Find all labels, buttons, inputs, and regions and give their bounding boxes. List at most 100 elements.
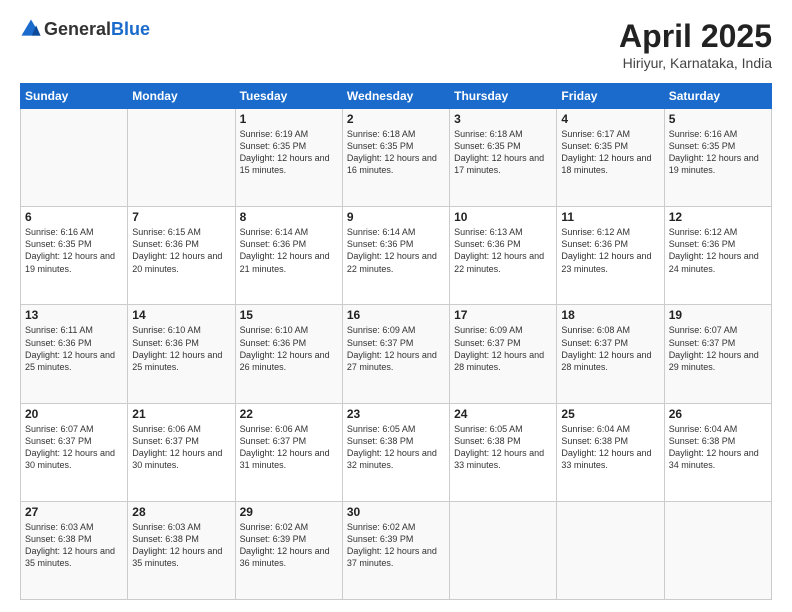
day-info: Sunrise: 6:17 AM Sunset: 6:35 PM Dayligh… bbox=[561, 128, 659, 177]
calendar-cell: 3 Sunrise: 6:18 AM Sunset: 6:35 PM Daylig… bbox=[450, 109, 557, 207]
day-info: Sunrise: 6:19 AM Sunset: 6:35 PM Dayligh… bbox=[240, 128, 338, 177]
day-number: 7 bbox=[132, 210, 230, 224]
day-number: 13 bbox=[25, 308, 123, 322]
calendar-week-1: 1 Sunrise: 6:19 AM Sunset: 6:35 PM Daylig… bbox=[21, 109, 772, 207]
day-number: 12 bbox=[669, 210, 767, 224]
calendar-cell bbox=[664, 501, 771, 599]
calendar-cell: 24Sunrise: 6:05 AM Sunset: 6:38 PM Dayli… bbox=[450, 403, 557, 501]
day-info: Sunrise: 6:04 AM Sunset: 6:38 PM Dayligh… bbox=[669, 423, 767, 472]
location: Hiriyur, Karnataka, India bbox=[619, 55, 772, 71]
day-info: Sunrise: 6:18 AM Sunset: 6:35 PM Dayligh… bbox=[454, 128, 552, 177]
calendar-cell: 23 Sunrise: 6:05 AM Sunset: 6:38 PM Dayli… bbox=[342, 403, 449, 501]
day-number: 30 bbox=[347, 505, 445, 519]
calendar-cell: 14 Sunrise: 6:10 AM Sunset: 6:36 PM Dayli… bbox=[128, 305, 235, 403]
header: GeneralBlue April 2025 Hiriyur, Karnatak… bbox=[20, 18, 772, 71]
day-number: 15 bbox=[240, 308, 338, 322]
day-info: Sunrise: 6:03 AM Sunset: 6:38 PM Dayligh… bbox=[25, 521, 123, 570]
calendar-cell: 2 Sunrise: 6:18 AM Sunset: 6:35 PM Daylig… bbox=[342, 109, 449, 207]
calendar-week-3: 13 Sunrise: 6:11 AM Sunset: 6:36 PM Dayli… bbox=[21, 305, 772, 403]
calendar-cell: 9Sunrise: 6:14 AM Sunset: 6:36 PM Daylig… bbox=[342, 207, 449, 305]
col-header-wednesday: Wednesday bbox=[342, 84, 449, 109]
calendar-cell bbox=[21, 109, 128, 207]
calendar-cell: 13 Sunrise: 6:11 AM Sunset: 6:36 PM Dayli… bbox=[21, 305, 128, 403]
calendar-cell: 19 Sunrise: 6:07 AM Sunset: 6:37 PM Dayli… bbox=[664, 305, 771, 403]
day-number: 10 bbox=[454, 210, 552, 224]
day-number: 23 bbox=[347, 407, 445, 421]
logo-general: General bbox=[44, 19, 111, 39]
calendar-cell: 10 Sunrise: 6:13 AM Sunset: 6:36 PM Dayli… bbox=[450, 207, 557, 305]
calendar-cell: 20Sunrise: 6:07 AM Sunset: 6:37 PM Dayli… bbox=[21, 403, 128, 501]
day-number: 9 bbox=[347, 210, 445, 224]
col-header-tuesday: Tuesday bbox=[235, 84, 342, 109]
calendar-cell: 21Sunrise: 6:06 AM Sunset: 6:37 PM Dayli… bbox=[128, 403, 235, 501]
col-header-saturday: Saturday bbox=[664, 84, 771, 109]
calendar-cell: 28 Sunrise: 6:03 AM Sunset: 6:38 PM Dayli… bbox=[128, 501, 235, 599]
day-number: 6 bbox=[25, 210, 123, 224]
calendar-cell: 16Sunrise: 6:09 AM Sunset: 6:37 PM Dayli… bbox=[342, 305, 449, 403]
day-info: Sunrise: 6:06 AM Sunset: 6:37 PM Dayligh… bbox=[240, 423, 338, 472]
calendar-week-4: 20Sunrise: 6:07 AM Sunset: 6:37 PM Dayli… bbox=[21, 403, 772, 501]
col-header-sunday: Sunday bbox=[21, 84, 128, 109]
calendar-cell: 11 Sunrise: 6:12 AM Sunset: 6:36 PM Dayli… bbox=[557, 207, 664, 305]
day-number: 4 bbox=[561, 112, 659, 126]
calendar-cell: 4 Sunrise: 6:17 AM Sunset: 6:35 PM Daylig… bbox=[557, 109, 664, 207]
logo-icon bbox=[20, 18, 42, 40]
col-header-monday: Monday bbox=[128, 84, 235, 109]
calendar-cell: 17Sunrise: 6:09 AM Sunset: 6:37 PM Dayli… bbox=[450, 305, 557, 403]
calendar-cell: 18Sunrise: 6:08 AM Sunset: 6:37 PM Dayli… bbox=[557, 305, 664, 403]
day-info: Sunrise: 6:09 AM Sunset: 6:37 PM Dayligh… bbox=[454, 324, 552, 373]
calendar-cell: 22Sunrise: 6:06 AM Sunset: 6:37 PM Dayli… bbox=[235, 403, 342, 501]
logo-text: GeneralBlue bbox=[44, 19, 150, 40]
calendar-cell: 7 Sunrise: 6:15 AM Sunset: 6:36 PM Daylig… bbox=[128, 207, 235, 305]
calendar-week-2: 6Sunrise: 6:16 AM Sunset: 6:35 PM Daylig… bbox=[21, 207, 772, 305]
calendar-cell: 6Sunrise: 6:16 AM Sunset: 6:35 PM Daylig… bbox=[21, 207, 128, 305]
day-number: 29 bbox=[240, 505, 338, 519]
logo: GeneralBlue bbox=[20, 18, 150, 40]
day-number: 28 bbox=[132, 505, 230, 519]
calendar-cell bbox=[128, 109, 235, 207]
day-number: 18 bbox=[561, 308, 659, 322]
day-info: Sunrise: 6:13 AM Sunset: 6:36 PM Dayligh… bbox=[454, 226, 552, 275]
calendar-cell: 25Sunrise: 6:04 AM Sunset: 6:38 PM Dayli… bbox=[557, 403, 664, 501]
day-info: Sunrise: 6:16 AM Sunset: 6:35 PM Dayligh… bbox=[669, 128, 767, 177]
day-number: 27 bbox=[25, 505, 123, 519]
day-info: Sunrise: 6:12 AM Sunset: 6:36 PM Dayligh… bbox=[669, 226, 767, 275]
day-number: 2 bbox=[347, 112, 445, 126]
day-number: 19 bbox=[669, 308, 767, 322]
calendar-cell: 30Sunrise: 6:02 AM Sunset: 6:39 PM Dayli… bbox=[342, 501, 449, 599]
month-title: April 2025 bbox=[619, 18, 772, 55]
day-number: 16 bbox=[347, 308, 445, 322]
col-header-friday: Friday bbox=[557, 84, 664, 109]
day-number: 24 bbox=[454, 407, 552, 421]
calendar-cell bbox=[557, 501, 664, 599]
calendar-cell: 8 Sunrise: 6:14 AM Sunset: 6:36 PM Daylig… bbox=[235, 207, 342, 305]
calendar-cell: 27 Sunrise: 6:03 AM Sunset: 6:38 PM Dayli… bbox=[21, 501, 128, 599]
day-number: 14 bbox=[132, 308, 230, 322]
calendar-week-5: 27 Sunrise: 6:03 AM Sunset: 6:38 PM Dayli… bbox=[21, 501, 772, 599]
day-number: 1 bbox=[240, 112, 338, 126]
day-info: Sunrise: 6:04 AM Sunset: 6:38 PM Dayligh… bbox=[561, 423, 659, 472]
day-info: Sunrise: 6:11 AM Sunset: 6:36 PM Dayligh… bbox=[25, 324, 123, 373]
day-number: 3 bbox=[454, 112, 552, 126]
day-info: Sunrise: 6:10 AM Sunset: 6:36 PM Dayligh… bbox=[132, 324, 230, 373]
day-info: Sunrise: 6:03 AM Sunset: 6:38 PM Dayligh… bbox=[132, 521, 230, 570]
calendar-cell: 1 Sunrise: 6:19 AM Sunset: 6:35 PM Daylig… bbox=[235, 109, 342, 207]
calendar-header-row: SundayMondayTuesdayWednesdayThursdayFrid… bbox=[21, 84, 772, 109]
day-info: Sunrise: 6:02 AM Sunset: 6:39 PM Dayligh… bbox=[240, 521, 338, 570]
day-info: Sunrise: 6:15 AM Sunset: 6:36 PM Dayligh… bbox=[132, 226, 230, 275]
calendar-table: SundayMondayTuesdayWednesdayThursdayFrid… bbox=[20, 83, 772, 600]
day-info: Sunrise: 6:18 AM Sunset: 6:35 PM Dayligh… bbox=[347, 128, 445, 177]
col-header-thursday: Thursday bbox=[450, 84, 557, 109]
day-info: Sunrise: 6:12 AM Sunset: 6:36 PM Dayligh… bbox=[561, 226, 659, 275]
day-info: Sunrise: 6:05 AM Sunset: 6:38 PM Dayligh… bbox=[347, 423, 445, 472]
page: GeneralBlue April 2025 Hiriyur, Karnatak… bbox=[0, 0, 792, 612]
calendar-cell: 29 Sunrise: 6:02 AM Sunset: 6:39 PM Dayli… bbox=[235, 501, 342, 599]
day-number: 5 bbox=[669, 112, 767, 126]
calendar-cell: 26Sunrise: 6:04 AM Sunset: 6:38 PM Dayli… bbox=[664, 403, 771, 501]
title-block: April 2025 Hiriyur, Karnataka, India bbox=[619, 18, 772, 71]
day-info: Sunrise: 6:14 AM Sunset: 6:36 PM Dayligh… bbox=[240, 226, 338, 275]
day-info: Sunrise: 6:07 AM Sunset: 6:37 PM Dayligh… bbox=[669, 324, 767, 373]
day-number: 21 bbox=[132, 407, 230, 421]
day-number: 11 bbox=[561, 210, 659, 224]
day-number: 8 bbox=[240, 210, 338, 224]
